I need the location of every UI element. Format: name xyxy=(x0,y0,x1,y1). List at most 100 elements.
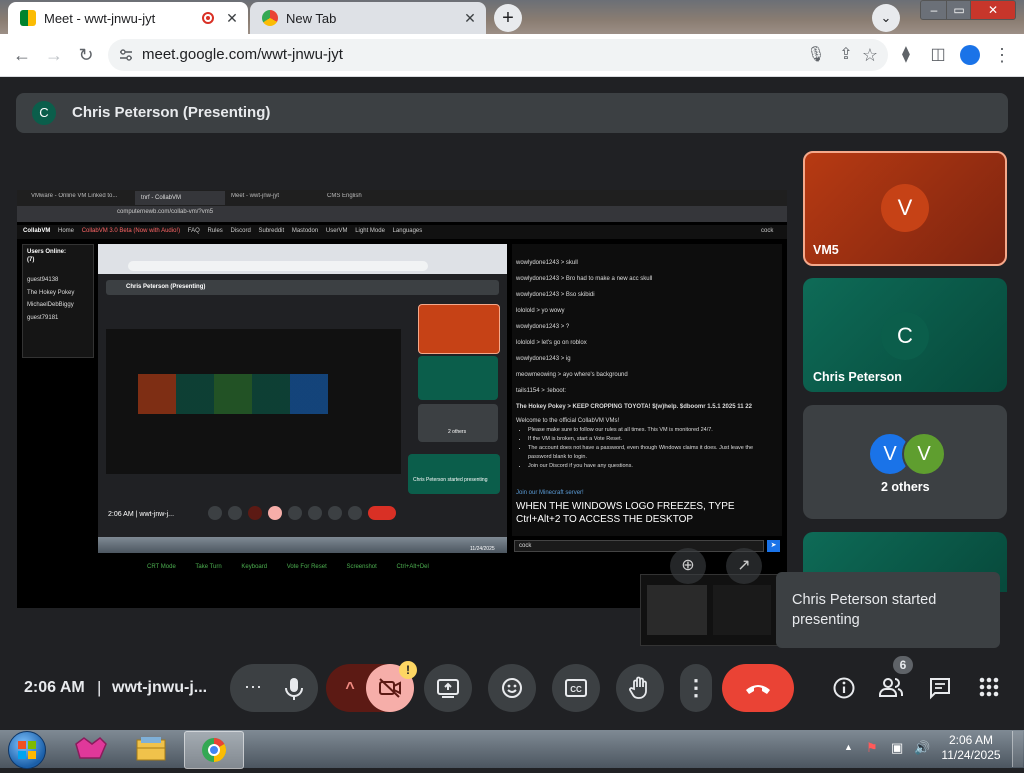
rules-item: Join our Discord if you have any questio… xyxy=(528,462,778,471)
nav-link: Rules xyxy=(207,228,223,234)
meet-favicon-icon xyxy=(20,10,36,26)
nav-link: Languages xyxy=(392,228,423,234)
participant-name: Chris Peterson xyxy=(813,370,902,384)
back-icon[interactable]: ← xyxy=(12,45,32,65)
vm-tile-vm5 xyxy=(418,304,500,354)
profile-avatar[interactable] xyxy=(960,45,980,65)
vm-address-bar xyxy=(128,261,428,271)
presenter-avatar: C xyxy=(32,101,56,125)
tray-volume-icon[interactable]: 🔊 xyxy=(914,740,930,756)
freeze-notice: WHEN THE WINDOWS LOGO FREEZES, TYPE Ctrl… xyxy=(516,501,735,525)
raise-hand-button[interactable] xyxy=(616,664,664,712)
activities-grid-icon[interactable] xyxy=(976,676,1002,702)
vm-controls xyxy=(208,506,418,522)
chat-message: lololold > yo wowy xyxy=(516,308,565,314)
vm-presenting-title: Chris Peterson (Presenting) xyxy=(126,284,206,290)
vm-bottom-links: CRT Mode Take Turn Keyboard Vote For Res… xyxy=(147,564,429,570)
inner-nav-links: CollabVM Home CollabVM 3.0 Beta (Now wit… xyxy=(23,228,422,234)
users-online-title: Users Online: (7) xyxy=(27,249,67,263)
chat-message: The Hokey Pokey > KEEP CROPPING TOYOTA! … xyxy=(516,404,752,410)
microphone-permission-icon[interactable]: 🎙 xyxy=(806,45,826,65)
vm-link: Screenshot xyxy=(346,564,377,570)
rules-item: The account does not have a password, ev… xyxy=(528,444,778,462)
vm-tile-extra xyxy=(408,454,500,494)
close-tab-icon[interactable]: ✕ xyxy=(460,10,480,27)
url-text[interactable]: meet.google.com/wwt-jnwu-jyt xyxy=(142,46,343,63)
meeting-time: 2:06 AM xyxy=(24,679,85,696)
tab-new-tab[interactable]: New Tab ✕ xyxy=(250,2,486,34)
camera-warning-badge: ! xyxy=(399,661,417,679)
recording-indicator-icon xyxy=(202,12,214,24)
welcome-text: Welcome to the official CollabVM VMs! xyxy=(516,418,620,424)
audio-options-icon[interactable]: ⋯ xyxy=(240,676,266,702)
more-options-button[interactable]: ⋮ xyxy=(680,664,712,712)
vm-meet-time: 2:06 AM | wwt-jnw-j... xyxy=(108,511,175,518)
rules-list: Please make sure to follow our rules at … xyxy=(516,426,778,471)
tab-meet[interactable]: Meet - wwt-jnwu-jyt ✕ xyxy=(8,2,248,34)
inner-tab: tnrf - CollabVM xyxy=(135,191,225,205)
presenting-title: Chris Peterson (Presenting) xyxy=(72,104,271,121)
taskbar-app-paint-icon[interactable] xyxy=(72,734,108,764)
meeting-code: wwt-jnwu-j... xyxy=(112,679,208,696)
chat-icon[interactable] xyxy=(927,676,953,702)
vm-taskbar-date: 11/24/2025 xyxy=(470,546,495,552)
user-entry: MichaelDebBiggy xyxy=(27,302,74,308)
leave-call-button[interactable] xyxy=(722,664,794,712)
chat-message: wowlydone1243 > Bro had to make a new ac… xyxy=(516,276,653,282)
close-tab-icon[interactable]: ✕ xyxy=(222,10,242,27)
self-view-thumbnail xyxy=(640,574,778,646)
show-desktop-button[interactable] xyxy=(1012,731,1023,767)
inner-tab: Meet - wwt-jnw-jyt xyxy=(231,193,280,199)
tray-network-icon[interactable]: ▣ xyxy=(891,740,903,756)
chat-message: wowlydone1243 > Bso skibidi xyxy=(516,292,595,298)
vm-link: Vote For Reset xyxy=(286,564,327,570)
bookmark-star-icon[interactable]: ☆ xyxy=(860,45,880,65)
vm-link: Keyboard xyxy=(241,564,268,570)
tray-show-hidden-icon[interactable]: ▲ xyxy=(844,742,853,752)
tab-title: Meet - wwt-jnwu-jyt xyxy=(44,10,156,26)
emoji-reaction-button[interactable] xyxy=(488,664,536,712)
reload-icon[interactable]: ↻ xyxy=(76,45,96,65)
side-panel-icon[interactable]: ◫ xyxy=(928,45,948,65)
expand-overlay-icon[interactable]: ↗ xyxy=(726,548,762,584)
taskbar-chrome-active[interactable] xyxy=(184,731,244,769)
inner-tab: VMware - Online VM Linked to... xyxy=(31,193,118,199)
vm-toast: Chris Peterson started presenting xyxy=(413,477,488,483)
extensions-icon[interactable]: ⧫ xyxy=(896,45,916,65)
vm-taskbar xyxy=(98,537,507,553)
camera-off-icon xyxy=(378,677,402,699)
start-button[interactable] xyxy=(8,731,46,769)
zoom-overlay-icon[interactable]: ⊕ xyxy=(670,548,706,584)
new-tab-button[interactable]: + xyxy=(494,4,522,32)
tray-action-center-icon[interactable]: ⚑ xyxy=(866,740,878,756)
restore-button[interactable]: ▭ xyxy=(946,0,972,20)
meeting-details-icon[interactable] xyxy=(831,676,857,702)
chat-input: cock xyxy=(514,540,764,552)
nav-link: CollabVM 3.0 Beta (Now with Audio!) xyxy=(81,228,181,234)
tab-search-button[interactable]: ⌄ xyxy=(872,4,900,32)
vm-screen[interactable]: Chris Peterson (Presenting) 2 others Chr… xyxy=(98,244,507,553)
chat-messages: wowlydone1243 > skull wowlydone1243 > Br… xyxy=(516,255,776,415)
present-screen-button[interactable] xyxy=(424,664,472,712)
inner-address: computernewb.com/collab-vm/?vm5 xyxy=(117,209,214,215)
inner-tab: CMS English xyxy=(327,193,362,199)
site-info-icon[interactable] xyxy=(118,47,134,63)
shared-screen[interactable]: VMware - Online VM Linked to... tnrf - C… xyxy=(17,190,787,608)
people-icon[interactable] xyxy=(878,676,904,702)
captions-button[interactable]: CC xyxy=(552,664,600,712)
chrome-menu-icon[interactable]: ⋮ xyxy=(992,45,1012,65)
video-options-chevron-icon[interactable]: ^ xyxy=(338,676,362,702)
nav-link: Light Mode xyxy=(355,228,385,234)
forward-icon[interactable]: → xyxy=(44,45,64,65)
vm-nested-tiles xyxy=(138,374,328,414)
vm-tile-others xyxy=(418,404,498,442)
microphone-icon[interactable] xyxy=(282,676,306,702)
share-icon[interactable]: ⇪ xyxy=(836,45,856,65)
vm-link: CRT Mode xyxy=(147,564,176,570)
taskbar-explorer-icon[interactable] xyxy=(134,734,168,764)
minimize-button[interactable]: – xyxy=(920,0,948,20)
taskbar-time: 2:06 AM xyxy=(948,733,994,747)
close-window-button[interactable]: ✕ xyxy=(970,0,1016,20)
taskbar-clock[interactable]: 2:06 AM 11/24/2025 xyxy=(940,733,1002,763)
vm-others-label: 2 others xyxy=(448,429,467,435)
